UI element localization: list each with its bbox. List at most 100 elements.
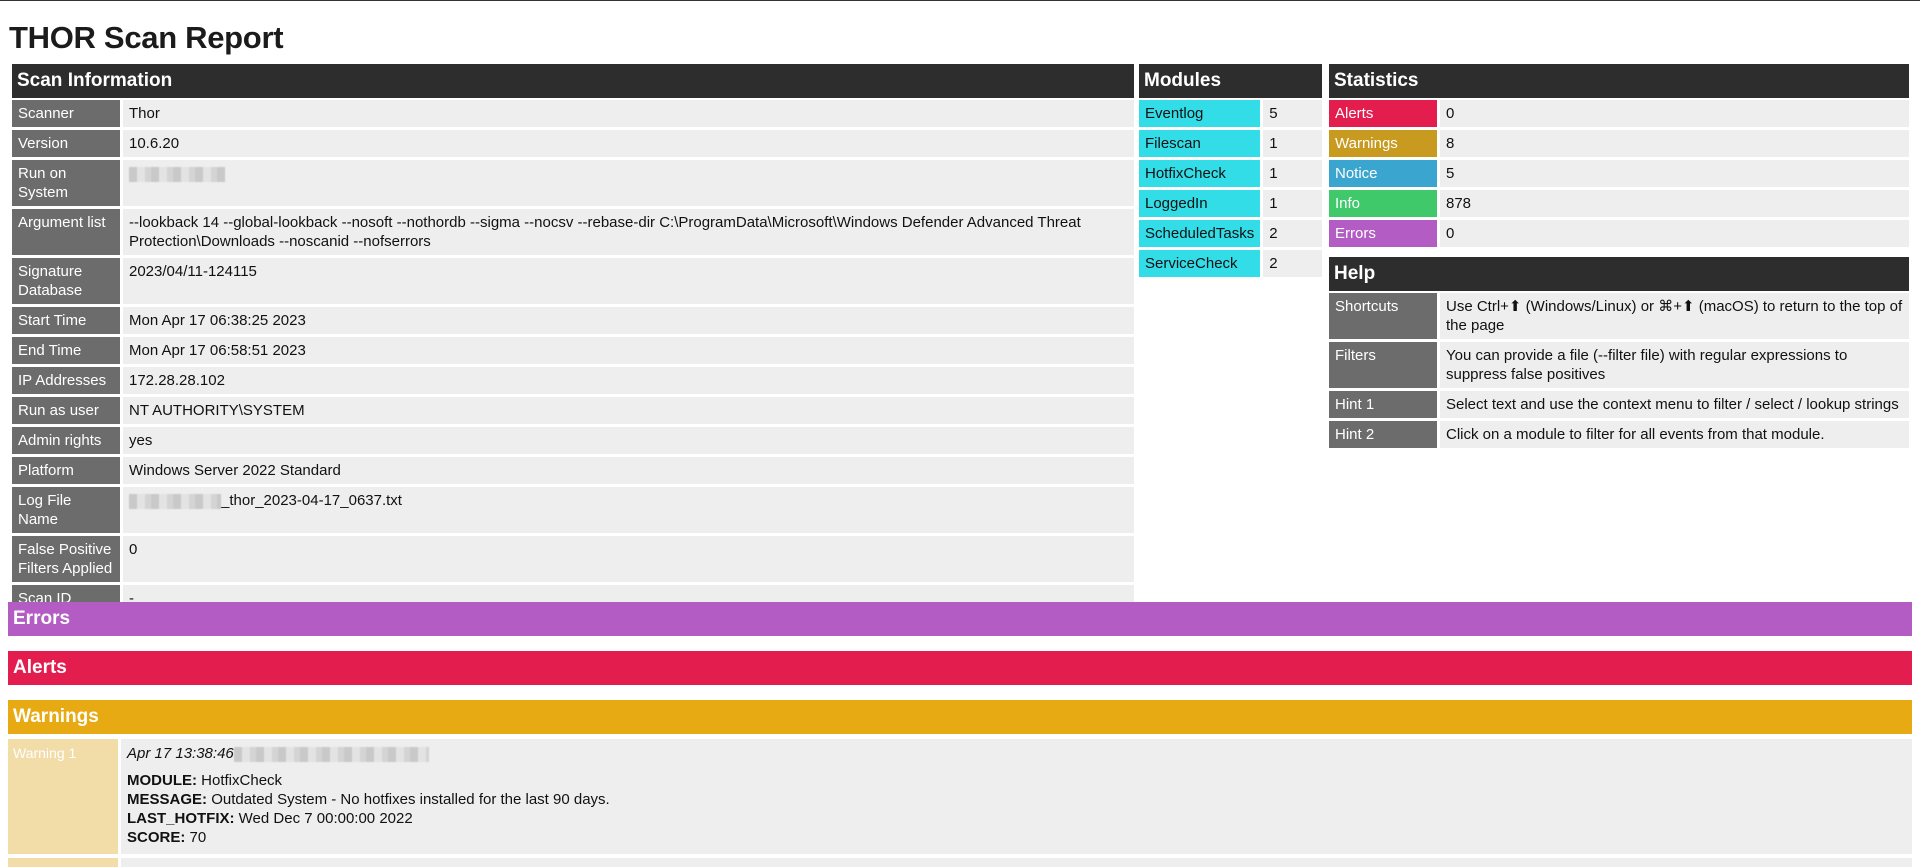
alerts-section-header[interactable]: Alerts	[8, 651, 1912, 685]
help-row: Filters You can provide a file (--filter …	[1329, 342, 1909, 388]
module-row: ServiceCheck 2	[1139, 250, 1322, 277]
scan-info-value: Mon Apr 17 06:38:25 2023	[120, 307, 1134, 334]
scan-info-row: Run as user NT AUTHORITY\SYSTEM	[12, 397, 1134, 424]
stat-errors-value: 0	[1437, 220, 1909, 247]
module-value: 2	[1260, 250, 1322, 277]
warning-message-line: MESSAGE: Outdated System - No hotfixes i…	[127, 790, 1906, 809]
last-hotfix-value[interactable]: Wed Dec 7 00:00:00 2022	[239, 810, 413, 827]
module-key: MODULE:	[127, 772, 197, 789]
scan-info-row: End Time Mon Apr 17 06:58:51 2023	[12, 337, 1134, 364]
warning-last-hotfix-line: LAST_HOTFIX: Wed Dec 7 00:00:00 2022	[127, 809, 1906, 828]
help-table: Shortcuts Use Ctrl+⬆ (Windows/Linux) or ⌘…	[1329, 290, 1909, 451]
scan-info-row: Run on System	[12, 160, 1134, 206]
statistics-table: Alerts 0 Warnings 8 Notice 5 Info 878 Errors 0	[1329, 97, 1909, 250]
scan-info-key: Argument list	[12, 209, 120, 255]
module-key[interactable]: Eventlog	[1139, 100, 1261, 127]
scan-information-header: Scan Information	[12, 64, 1134, 98]
scan-info-value: 10.6.20	[120, 130, 1134, 157]
scan-information-table: Scanner Thor Version 10.6.20 Run on System Ar…	[12, 97, 1134, 615]
help-value: You can provide a file (--filter file) w…	[1437, 342, 1909, 388]
stat-warnings-key[interactable]: Warnings	[1329, 130, 1437, 157]
scan-info-value: Mon Apr 17 06:58:51 2023	[120, 337, 1134, 364]
help-row: Hint 1 Select text and use the context me…	[1329, 391, 1909, 418]
module-row: Filescan 1	[1139, 130, 1322, 157]
stat-notice-key[interactable]: Notice	[1329, 160, 1437, 187]
help-header: Help	[1329, 257, 1909, 291]
module-key[interactable]: Filescan	[1139, 130, 1261, 157]
last-hotfix-key: LAST_HOTFIX:	[127, 810, 235, 827]
scan-info-key: Run on System	[12, 160, 120, 206]
stat-errors-key[interactable]: Errors	[1329, 220, 1437, 247]
statistics-panel: Statistics Alerts 0 Warnings 8 Notice 5 Info 87…	[1329, 64, 1909, 250]
warning-label: Warning 1	[8, 739, 118, 854]
scan-info-row: IP Addresses 172.28.28.102	[12, 367, 1134, 394]
redacted-hostname	[129, 166, 225, 182]
modules-table: Eventlog 5 Filescan 1 HotfixCheck 1 LoggedIn 1 S…	[1139, 97, 1322, 280]
stat-alerts-key[interactable]: Alerts	[1329, 100, 1437, 127]
module-key[interactable]: LoggedIn	[1139, 190, 1261, 217]
stat-info-row: Info 878	[1329, 190, 1909, 217]
scan-info-key: Signature Database	[12, 258, 120, 304]
redacted-hostname	[129, 493, 221, 509]
scan-info-value: 0	[120, 536, 1134, 582]
redacted-hostname	[233, 746, 429, 762]
warning-timestamp: Apr 17 13:38:46	[127, 745, 234, 762]
page-title: THOR Scan Report	[9, 20, 284, 55]
help-panel: Help Shortcuts Use Ctrl+⬆ (Windows/Linux)…	[1329, 257, 1909, 451]
stat-warnings-row: Warnings 8	[1329, 130, 1909, 157]
scan-info-row: Log File Name _thor_2023-04-17_0637.txt	[12, 487, 1134, 533]
scan-info-value: 2023/04/11-124115	[120, 258, 1134, 304]
help-value: Select text and use the context menu to …	[1437, 391, 1909, 418]
warning-label-next	[8, 858, 118, 867]
scan-info-row: Signature Database 2023/04/11-124115	[12, 258, 1134, 304]
scan-info-value: 172.28.28.102	[120, 367, 1134, 394]
module-value[interactable]: HotfixCheck	[201, 772, 282, 789]
module-key[interactable]: HotfixCheck	[1139, 160, 1261, 187]
scan-info-value	[120, 160, 1134, 206]
scan-info-key: False Positive Filters Applied	[12, 536, 120, 582]
stat-errors-row: Errors 0	[1329, 220, 1909, 247]
errors-section-header[interactable]: Errors	[8, 602, 1912, 636]
help-row: Hint 2 Click on a module to filter for al…	[1329, 421, 1909, 448]
scan-info-value: NT AUTHORITY\SYSTEM	[120, 397, 1134, 424]
scan-info-key: Run as user	[12, 397, 120, 424]
stat-notice-row: Notice 5	[1329, 160, 1909, 187]
module-key[interactable]: ServiceCheck	[1139, 250, 1261, 277]
score-key: SCORE:	[127, 829, 186, 846]
score-value[interactable]: 70	[190, 829, 207, 846]
scan-info-key: IP Addresses	[12, 367, 120, 394]
warning-module-line: MODULE: HotfixCheck	[127, 771, 1906, 790]
statistics-header: Statistics	[1329, 64, 1909, 98]
scan-info-key: Start Time	[12, 307, 120, 334]
modules-panel: Modules Eventlog 5 Filescan 1 HotfixCheck 1 Lo…	[1139, 64, 1322, 280]
scan-info-key: End Time	[12, 337, 120, 364]
help-key: Shortcuts	[1329, 293, 1437, 339]
message-key: MESSAGE:	[127, 791, 208, 808]
scan-info-value: yes	[120, 427, 1134, 454]
stat-notice-value: 5	[1437, 160, 1909, 187]
modules-header: Modules	[1139, 64, 1322, 98]
warning-entry-next	[8, 858, 1912, 867]
log-file-name-text: _thor_2023-04-17_0637.txt	[221, 492, 402, 509]
module-row: ScheduledTasks 2	[1139, 220, 1322, 247]
scan-info-value: --lookback 14 --global-lookback --nosoft…	[120, 209, 1134, 255]
help-value: Use Ctrl+⬆ (Windows/Linux) or ⌘+⬆ (macOS…	[1437, 293, 1909, 339]
scan-info-value: Thor	[120, 100, 1134, 127]
scan-info-key: Admin rights	[12, 427, 120, 454]
warnings-section-header[interactable]: Warnings	[8, 700, 1912, 734]
module-row: HotfixCheck 1	[1139, 160, 1322, 187]
message-value[interactable]: Outdated System - No hotfixes installed …	[211, 791, 610, 808]
scan-info-row: Start Time Mon Apr 17 06:38:25 2023	[12, 307, 1134, 334]
help-key: Filters	[1329, 342, 1437, 388]
module-key[interactable]: ScheduledTasks	[1139, 220, 1261, 247]
stat-info-value: 878	[1437, 190, 1909, 217]
stat-info-key[interactable]: Info	[1329, 190, 1437, 217]
help-row: Shortcuts Use Ctrl+⬆ (Windows/Linux) or ⌘…	[1329, 293, 1909, 339]
scan-info-key: Platform	[12, 457, 120, 484]
warning-body-next	[121, 858, 1912, 867]
module-value: 1	[1260, 160, 1322, 187]
module-value: 5	[1260, 100, 1322, 127]
module-value: 2	[1260, 220, 1322, 247]
scan-info-key: Version	[12, 130, 120, 157]
scan-info-row: Scanner Thor	[12, 100, 1134, 127]
